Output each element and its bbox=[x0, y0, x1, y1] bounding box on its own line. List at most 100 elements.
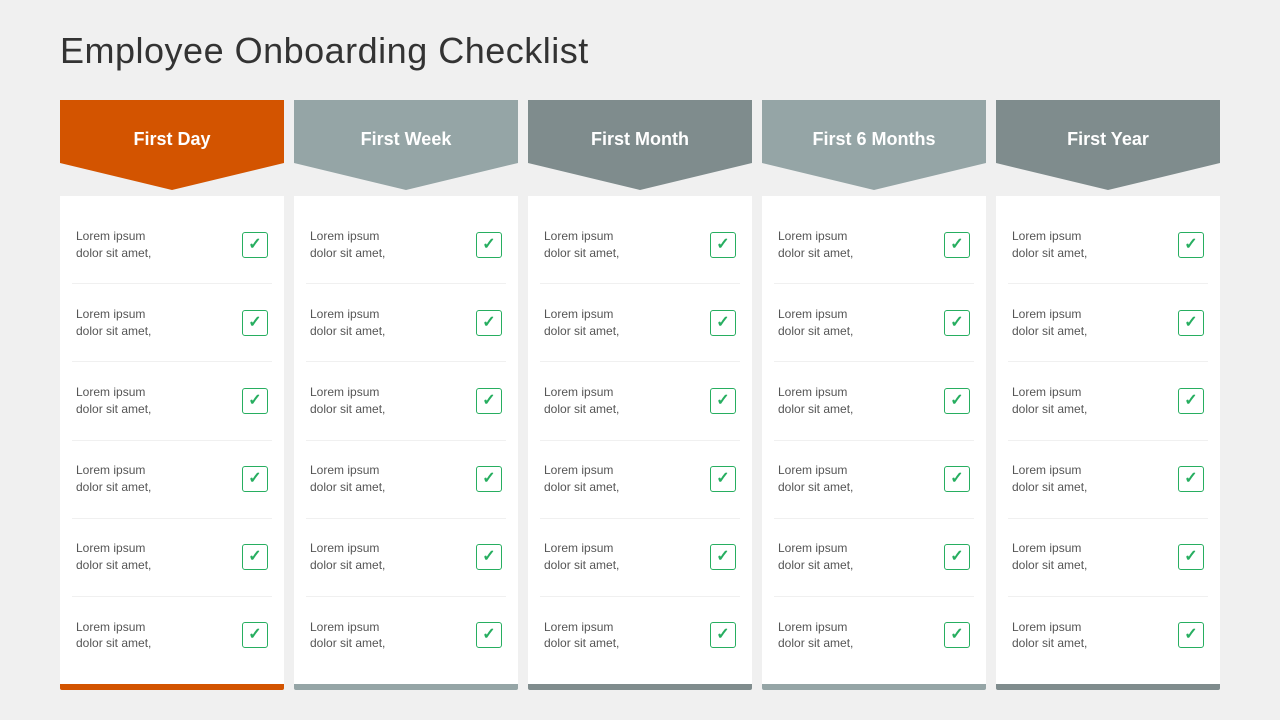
item-text: Lorem ipsum dolor sit amet, bbox=[310, 462, 385, 496]
checklist-grid: First DayLorem ipsum dolor sit amet,Lore… bbox=[60, 100, 1220, 690]
checkbox-icon[interactable] bbox=[476, 544, 502, 570]
column-body-first-month: Lorem ipsum dolor sit amet, Lorem ipsum d… bbox=[528, 196, 752, 684]
item-text: Lorem ipsum dolor sit amet, bbox=[76, 540, 151, 574]
checkbox-icon[interactable] bbox=[944, 232, 970, 258]
column-body-first-day: Lorem ipsum dolor sit amet, Lorem ipsum d… bbox=[60, 196, 284, 684]
item-text: Lorem ipsum dolor sit amet, bbox=[778, 462, 853, 496]
checkbox-icon[interactable] bbox=[944, 466, 970, 492]
item-text: Lorem ipsum dolor sit amet, bbox=[778, 540, 853, 574]
item-text: Lorem ipsum dolor sit amet, bbox=[310, 619, 385, 653]
item-text: Lorem ipsum dolor sit amet, bbox=[544, 384, 619, 418]
checkbox-icon[interactable] bbox=[710, 466, 736, 492]
checkbox-icon[interactable] bbox=[710, 388, 736, 414]
column-body-first-week: Lorem ipsum dolor sit amet, Lorem ipsum d… bbox=[294, 196, 518, 684]
column-footer-first-week bbox=[294, 684, 518, 690]
checkbox-icon[interactable] bbox=[476, 232, 502, 258]
list-item: Lorem ipsum dolor sit amet, bbox=[774, 597, 974, 674]
item-text: Lorem ipsum dolor sit amet, bbox=[310, 306, 385, 340]
item-text: Lorem ipsum dolor sit amet, bbox=[76, 619, 151, 653]
column-first-week: First WeekLorem ipsum dolor sit amet,Lor… bbox=[294, 100, 518, 690]
checkbox-icon[interactable] bbox=[476, 622, 502, 648]
checkbox-icon[interactable] bbox=[1178, 622, 1204, 648]
checkbox-icon[interactable] bbox=[944, 310, 970, 336]
list-item: Lorem ipsum dolor sit amet, bbox=[1008, 284, 1208, 362]
list-item: Lorem ipsum dolor sit amet, bbox=[540, 284, 740, 362]
column-header-first-year: First Year bbox=[996, 100, 1220, 190]
list-item: Lorem ipsum dolor sit amet, bbox=[306, 206, 506, 284]
list-item: Lorem ipsum dolor sit amet, bbox=[540, 206, 740, 284]
checkbox-icon[interactable] bbox=[1178, 232, 1204, 258]
checkbox-icon[interactable] bbox=[242, 388, 268, 414]
checkbox-icon[interactable] bbox=[242, 544, 268, 570]
checkbox-icon[interactable] bbox=[1178, 466, 1204, 492]
list-item: Lorem ipsum dolor sit amet, bbox=[72, 597, 272, 674]
checkbox-icon[interactable] bbox=[944, 388, 970, 414]
list-item: Lorem ipsum dolor sit amet, bbox=[774, 206, 974, 284]
page-title: Employee Onboarding Checklist bbox=[60, 30, 1220, 72]
checkbox-icon[interactable] bbox=[242, 466, 268, 492]
item-text: Lorem ipsum dolor sit amet, bbox=[778, 306, 853, 340]
list-item: Lorem ipsum dolor sit amet, bbox=[1008, 362, 1208, 440]
item-text: Lorem ipsum dolor sit amet, bbox=[1012, 619, 1087, 653]
checkbox-icon[interactable] bbox=[944, 544, 970, 570]
column-footer-first-6-months bbox=[762, 684, 986, 690]
list-item: Lorem ipsum dolor sit amet, bbox=[540, 519, 740, 597]
list-item: Lorem ipsum dolor sit amet, bbox=[774, 441, 974, 519]
list-item: Lorem ipsum dolor sit amet, bbox=[774, 284, 974, 362]
list-item: Lorem ipsum dolor sit amet, bbox=[540, 441, 740, 519]
item-text: Lorem ipsum dolor sit amet, bbox=[1012, 384, 1087, 418]
item-text: Lorem ipsum dolor sit amet, bbox=[310, 540, 385, 574]
column-body-first-6-months: Lorem ipsum dolor sit amet, Lorem ipsum d… bbox=[762, 196, 986, 684]
list-item: Lorem ipsum dolor sit amet, bbox=[72, 519, 272, 597]
item-text: Lorem ipsum dolor sit amet, bbox=[778, 384, 853, 418]
column-header-first-month: First Month bbox=[528, 100, 752, 190]
checkbox-icon[interactable] bbox=[242, 622, 268, 648]
item-text: Lorem ipsum dolor sit amet, bbox=[544, 228, 619, 262]
list-item: Lorem ipsum dolor sit amet, bbox=[306, 519, 506, 597]
list-item: Lorem ipsum dolor sit amet, bbox=[72, 362, 272, 440]
checkbox-icon[interactable] bbox=[710, 544, 736, 570]
checkbox-icon[interactable] bbox=[476, 466, 502, 492]
list-item: Lorem ipsum dolor sit amet, bbox=[72, 441, 272, 519]
column-first-day: First DayLorem ipsum dolor sit amet,Lore… bbox=[60, 100, 284, 690]
column-first-6-months: First 6 MonthsLorem ipsum dolor sit amet… bbox=[762, 100, 986, 690]
item-text: Lorem ipsum dolor sit amet, bbox=[76, 306, 151, 340]
list-item: Lorem ipsum dolor sit amet, bbox=[72, 284, 272, 362]
item-text: Lorem ipsum dolor sit amet, bbox=[1012, 306, 1087, 340]
list-item: Lorem ipsum dolor sit amet, bbox=[306, 284, 506, 362]
item-text: Lorem ipsum dolor sit amet, bbox=[544, 462, 619, 496]
item-text: Lorem ipsum dolor sit amet, bbox=[76, 228, 151, 262]
checkbox-icon[interactable] bbox=[710, 310, 736, 336]
list-item: Lorem ipsum dolor sit amet, bbox=[306, 362, 506, 440]
item-text: Lorem ipsum dolor sit amet, bbox=[310, 228, 385, 262]
item-text: Lorem ipsum dolor sit amet, bbox=[544, 540, 619, 574]
column-header-first-6-months: First 6 Months bbox=[762, 100, 986, 190]
checkbox-icon[interactable] bbox=[944, 622, 970, 648]
item-text: Lorem ipsum dolor sit amet, bbox=[1012, 462, 1087, 496]
checkbox-icon[interactable] bbox=[476, 388, 502, 414]
list-item: Lorem ipsum dolor sit amet, bbox=[72, 206, 272, 284]
checkbox-icon[interactable] bbox=[710, 622, 736, 648]
checkbox-icon[interactable] bbox=[476, 310, 502, 336]
column-header-first-week: First Week bbox=[294, 100, 518, 190]
item-text: Lorem ipsum dolor sit amet, bbox=[1012, 540, 1087, 574]
checkbox-icon[interactable] bbox=[710, 232, 736, 258]
item-text: Lorem ipsum dolor sit amet, bbox=[544, 619, 619, 653]
checkbox-icon[interactable] bbox=[1178, 388, 1204, 414]
column-first-month: First MonthLorem ipsum dolor sit amet,Lo… bbox=[528, 100, 752, 690]
list-item: Lorem ipsum dolor sit amet, bbox=[774, 362, 974, 440]
item-text: Lorem ipsum dolor sit amet, bbox=[76, 462, 151, 496]
checkbox-icon[interactable] bbox=[1178, 544, 1204, 570]
checkbox-icon[interactable] bbox=[242, 310, 268, 336]
list-item: Lorem ipsum dolor sit amet, bbox=[306, 441, 506, 519]
column-footer-first-day bbox=[60, 684, 284, 690]
item-text: Lorem ipsum dolor sit amet, bbox=[778, 228, 853, 262]
column-body-first-year: Lorem ipsum dolor sit amet, Lorem ipsum d… bbox=[996, 196, 1220, 684]
list-item: Lorem ipsum dolor sit amet, bbox=[1008, 206, 1208, 284]
checkbox-icon[interactable] bbox=[242, 232, 268, 258]
checkbox-icon[interactable] bbox=[1178, 310, 1204, 336]
column-first-year: First YearLorem ipsum dolor sit amet,Lor… bbox=[996, 100, 1220, 690]
list-item: Lorem ipsum dolor sit amet, bbox=[540, 597, 740, 674]
column-footer-first-month bbox=[528, 684, 752, 690]
column-header-first-day: First Day bbox=[60, 100, 284, 190]
